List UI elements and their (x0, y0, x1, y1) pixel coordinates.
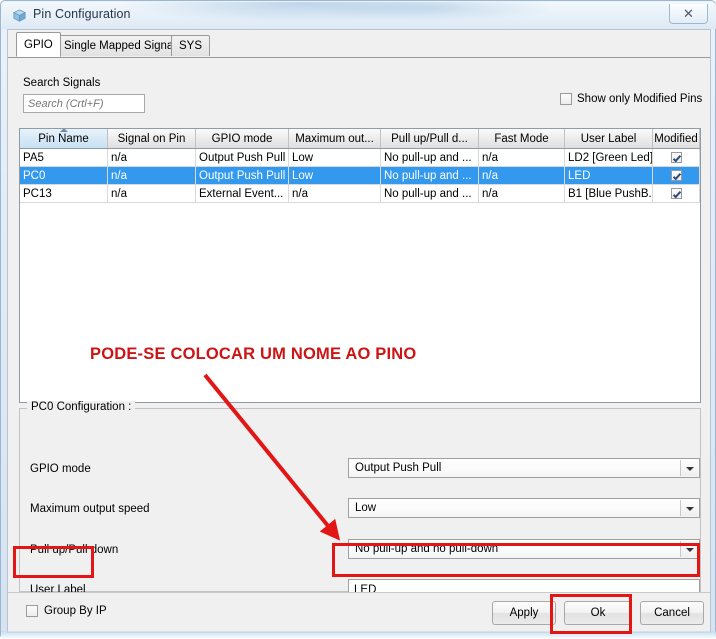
pin-configuration-group-title: PC0 Configuration : (27, 401, 136, 413)
check-icon (670, 152, 682, 163)
pull-up-pull-down-label: Pull up/Pull down (30, 544, 119, 556)
column-header-pull-up-pull-d[interactable]: Pull up/Pull d... (381, 129, 479, 148)
column-header-label: User Label (580, 132, 637, 145)
search-input[interactable] (23, 94, 145, 113)
window-title: Pin Configuration (33, 7, 131, 21)
pin-table-body: PA5 n/a Output Push Pull Low No pull-up and … (20, 149, 700, 402)
table-cell: Output Push Pull (196, 167, 289, 184)
column-header-pin-name[interactable]: Pin Name (20, 129, 108, 148)
gpio-mode-dropdown[interactable]: Output Push Pull (348, 458, 700, 478)
maximum-output-speed-value: Low (355, 502, 377, 514)
close-button[interactable]: ✕ (669, 4, 708, 24)
table-row[interactable]: PA5 n/a Output Push Pull Low No pull-up and … (20, 149, 700, 167)
tab-gpio[interactable]: GPIO (16, 32, 61, 57)
tab-sys-label: SYS (179, 40, 203, 52)
table-cell: n/a (289, 185, 381, 202)
maximum-output-speed-dropdown[interactable]: Low (348, 498, 700, 518)
tab-single-mapped-signals-label: Single Mapped Signals (64, 40, 182, 52)
tab-single-mapped-signals[interactable]: Single Mapped Signals (56, 35, 190, 56)
column-header-user-label[interactable]: User Label (565, 129, 653, 148)
column-header-label: Modified (654, 132, 698, 145)
apply-button[interactable]: Apply (492, 601, 556, 625)
column-header-label: Signal on Pin (117, 132, 186, 145)
table-cell: n/a (108, 185, 196, 202)
modified-cell[interactable] (653, 149, 700, 166)
tab-bar: GPIO Single Mapped Signals SYS (8, 32, 710, 58)
table-cell: No pull-up and ... (381, 149, 479, 166)
maximum-output-speed-label: Maximum output speed (30, 503, 150, 515)
column-header-fast-mode[interactable]: Fast Mode (479, 129, 565, 148)
ok-button-label: Ok (590, 607, 606, 619)
window-title-bar[interactable]: Pin Configuration ✕ (2, 2, 716, 29)
table-cell: n/a (108, 167, 196, 184)
table-cell: Output Push Pull (196, 149, 289, 166)
cancel-button-label: Cancel (654, 607, 690, 619)
chevron-down-icon (680, 500, 698, 516)
sort-ascending-icon (59, 129, 68, 132)
tab-sys[interactable]: SYS (171, 35, 211, 56)
modified-cell[interactable] (653, 185, 700, 202)
annotation-text: PODE-SE COLOCAR UM NOME AO PINO (90, 345, 417, 363)
group-by-ip-checkbox[interactable]: Group By IP (26, 605, 107, 617)
chevron-down-icon (680, 460, 698, 476)
column-header-signal-on-pin[interactable]: Signal on Pin (108, 129, 196, 148)
column-header-label: GPIO mode (211, 132, 273, 145)
pin-configuration-window: Pin Configuration ✕ GPIO Single Mapped S… (0, 0, 716, 639)
table-cell: Low (289, 149, 381, 166)
show-only-modified-pins-checkbox[interactable]: Show only Modified Pins (560, 93, 702, 105)
dialog-footer: Group By IP Apply Ok Cancel (8, 592, 710, 632)
table-cell: PC13 (20, 185, 108, 202)
ok-button[interactable]: Ok (564, 601, 632, 625)
modified-cell[interactable] (653, 167, 700, 184)
pin-table-header: Pin Name Signal on Pin GPIO mode Maximum ou… (20, 129, 700, 149)
check-icon (670, 188, 682, 199)
table-cell: No pull-up and ... (381, 185, 479, 202)
gpio-mode-value: Output Push Pull (355, 462, 442, 474)
table-cell: LED (565, 167, 653, 184)
checkbox-box (26, 605, 38, 617)
table-cell: n/a (479, 167, 565, 184)
table-cell: n/a (108, 149, 196, 166)
column-header-label: Maximum out... (295, 132, 374, 145)
group-by-ip-label: Group By IP (44, 605, 107, 617)
close-icon: ✕ (683, 5, 694, 21)
show-only-modified-pins-label: Show only Modified Pins (577, 93, 703, 105)
table-cell: PA5 (20, 149, 108, 166)
table-row[interactable]: PC13 n/a External Event... n/a No pull-up an… (20, 185, 700, 203)
pull-up-pull-down-value: No pull-up and no pull-down (355, 543, 499, 555)
table-cell: Low (289, 167, 381, 184)
apply-button-label: Apply (509, 607, 539, 619)
tab-underline (8, 57, 710, 58)
column-header-maximum-out[interactable]: Maximum out... (289, 129, 381, 148)
dialog-client-area: GPIO Single Mapped Signals SYS Search Si… (7, 29, 711, 633)
search-signals-label: Search Signals (23, 77, 101, 89)
chevron-down-icon (680, 541, 698, 557)
table-cell: External Event... (196, 185, 289, 202)
cancel-button[interactable]: Cancel (640, 601, 704, 625)
column-header-gpio-mode[interactable]: GPIO mode (196, 129, 289, 148)
cube-icon (13, 9, 26, 22)
pull-up-pull-down-dropdown[interactable]: No pull-up and no pull-down (348, 539, 700, 559)
table-cell: LD2 [Green Led] (565, 149, 653, 166)
table-row[interactable]: PC0 n/a Output Push Pull Low No pull-up and … (20, 167, 700, 185)
table-cell: B1 [Blue PushB... (565, 185, 653, 202)
table-cell: No pull-up and ... (381, 167, 479, 184)
column-header-label: Fast Mode (494, 132, 549, 145)
checkbox-box (560, 93, 572, 105)
gpio-mode-label: GPIO mode (30, 463, 91, 475)
column-header-label: Pull up/Pull d... (391, 132, 468, 145)
column-header-label: Pin Name (38, 132, 89, 145)
column-header-modified[interactable]: Modified (653, 129, 700, 148)
check-icon (670, 170, 682, 181)
table-cell: n/a (479, 185, 565, 202)
tab-gpio-label: GPIO (24, 38, 53, 51)
table-cell: n/a (479, 149, 565, 166)
table-cell: PC0 (20, 167, 108, 184)
